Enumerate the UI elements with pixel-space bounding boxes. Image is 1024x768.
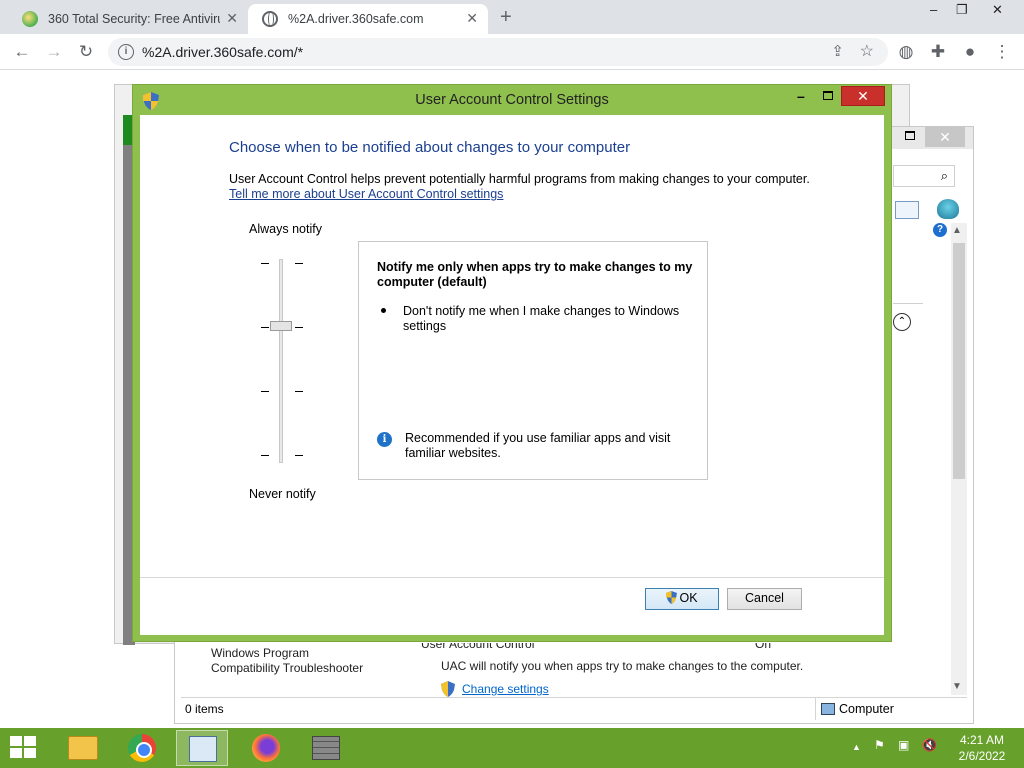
chrome-icon [128,734,156,762]
new-tab-button[interactable]: + [500,6,512,29]
slider-tick [295,391,303,392]
browser-menu-icon[interactable]: ⋮ [990,40,1014,64]
slider-tick [295,327,303,328]
action-center-flag-icon[interactable]: ⚑ [874,738,885,752]
start-button-windows-icon[interactable] [10,736,38,760]
slider-tick [295,455,303,456]
shield-icon [666,591,678,604]
slider-top-label: Always notify [249,222,322,236]
taskbar-chrome[interactable] [116,730,168,766]
forward-button[interactable]: → [42,40,66,64]
item-windows-program[interactable]: Windows Program [211,646,309,660]
volume-muted-icon[interactable]: 🔇 [922,738,937,752]
scrollbar-thumb[interactable] [953,243,965,479]
item-compat-troubleshooter[interactable]: Compatibility Troubleshooter [211,661,363,675]
dialog-maximize-button[interactable] [823,91,833,100]
browser-restore-button[interactable]: ❐ [956,2,968,18]
browser-toolbar: ← → ↻ i %2A.driver.360safe.com/* ⇪ ☆ ◍ ✚… [0,34,1024,70]
shield-icon [441,681,455,697]
status-divider [815,698,816,720]
uac-settings-dialog: User Account Control Settings – ✕ Choose… [132,84,892,642]
level-bullet-text: Don't notify me when I make changes to W… [403,304,680,333]
dialog-minimize-button[interactable]: – [797,88,805,104]
help-icon[interactable]: ? [933,223,947,237]
level-title: Notify me only when apps try to make cha… [377,260,693,289]
ok-label: OK [679,591,698,605]
dialog-client-area: Choose when to be notified about changes… [140,115,884,635]
status-bar: 0 items Computer [181,697,967,720]
cancel-button[interactable]: Cancel [727,588,802,610]
translate-globe-icon[interactable]: ◍ [894,40,918,64]
control-panel-icon [189,736,217,762]
computer-icon [821,703,835,715]
ok-button[interactable]: OK [645,588,719,610]
slider-tick [295,263,303,264]
search-icon: ⌕ [940,168,948,183]
back-button[interactable]: ← [10,40,34,64]
taskbar-firefox[interactable] [240,730,292,766]
info-icon: i [377,432,392,447]
item-count: 0 items [185,702,224,716]
scroll-up-arrow-icon[interactable]: ▲ [952,225,962,236]
show-hidden-icons[interactable]: ▲ [852,742,861,752]
browser-close-button[interactable]: ✕ [992,2,1003,18]
tab-360safe-driver[interactable]: %2A.driver.360safe.com ✕ [248,4,488,34]
address-url[interactable]: %2A.driver.360safe.com/* [142,44,303,60]
action-center-icon[interactable] [937,199,959,219]
slider-tick [261,327,269,328]
control-panel-search-input[interactable]: ⌕ [893,165,955,187]
slider-tick [261,391,269,392]
browser-minimize-button[interactable]: – [930,2,937,17]
notify-level-slider-thumb[interactable] [270,321,292,331]
taskbar-control-panel[interactable] [176,730,228,766]
clock-time: 4:21 AM [959,733,1005,747]
notify-level-slider-track[interactable] [279,259,283,463]
uac-description: UAC will notify you when apps try to mak… [441,659,804,673]
scroll-down-arrow-icon[interactable]: ▼ [952,681,962,692]
divider [893,303,923,304]
taskbar: ▲ ⚑ ▣ 🔇 4:21 AM 2/6/2022 [0,728,1024,768]
collapse-section-icon[interactable]: ⌃ [893,313,911,331]
control-panel-maximize-button[interactable] [905,131,915,140]
taskbar-firewall[interactable] [300,730,352,766]
firewall-brick-icon [312,736,340,760]
profile-avatar-icon[interactable]: ● [958,40,982,64]
tab-360-total-security[interactable]: 360 Total Security: Free Antivirus ✕ [8,4,248,34]
clock-date: 2/6/2022 [958,749,1006,763]
firefox-icon [252,734,280,762]
extensions-puzzle-icon[interactable]: ✚ [926,40,950,64]
taskbar-clock[interactable]: 4:21 AM 2/6/2022 [950,732,1014,764]
browser-tab-strip: 360 Total Security: Free Antivirus ✕ %2A… [0,0,1024,34]
folder-icon [68,736,98,760]
slider-tick [261,263,269,264]
network-icon[interactable]: ▣ [898,738,909,752]
address-bar[interactable]: i %2A.driver.360safe.com/* ⇪ ☆ [108,38,888,66]
globe-favicon-icon [262,11,278,27]
bullet-icon [381,308,386,313]
learn-more-link[interactable]: Tell me more about User Account Control … [229,187,503,201]
change-settings-link[interactable]: Change settings [462,682,549,696]
mail-icon[interactable] [895,201,919,219]
360-favicon-icon [22,11,38,27]
footer-divider [140,577,884,578]
dialog-heading: Choose when to be notified about changes… [229,139,631,156]
dialog-description: User Account Control helps prevent poten… [229,172,810,186]
bookmark-star-icon[interactable]: ☆ [860,41,874,61]
dialog-close-button[interactable]: ✕ [841,86,885,106]
site-info-icon[interactable]: i [118,44,134,60]
taskbar-file-explorer[interactable] [56,730,108,766]
recommendation-text: Recommended if you use familiar apps and… [405,431,671,460]
control-panel-close-button[interactable]: ✕ [925,127,965,147]
slider-tick [261,455,269,456]
reload-button[interactable]: ↻ [74,40,98,64]
dialog-title: User Account Control Settings [415,92,609,108]
tab-title: 360 Total Security: Free Antivirus [48,12,220,26]
share-icon[interactable]: ⇪ [831,42,844,60]
tab-title: %2A.driver.360safe.com [288,12,424,26]
tab-close-icon[interactable]: ✕ [466,10,478,27]
level-description-box: Notify me only when apps try to make cha… [358,241,708,480]
tab-close-icon[interactable]: ✕ [226,10,238,27]
slider-bottom-label: Never notify [249,487,316,501]
computer-label: Computer [839,702,894,716]
